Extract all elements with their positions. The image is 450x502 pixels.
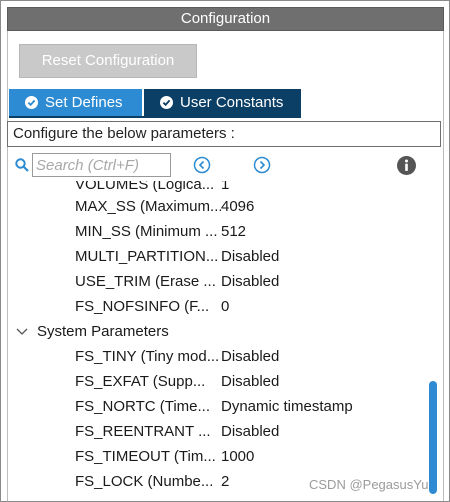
param-value: Disabled	[221, 348, 280, 365]
param-value: Disabled	[221, 373, 280, 390]
param-name: FS_EXFAT (Supp...	[75, 373, 206, 390]
param-name: FS_REENTRANT ...	[75, 423, 211, 440]
param-value: 512	[221, 223, 247, 240]
param-value: 4096	[221, 198, 255, 215]
description-box: Configure the below parameters :	[7, 121, 441, 147]
param-name: USE_TRIM (Erase ...	[75, 273, 216, 290]
param-name: FS_TINY (Tiny mod...	[75, 348, 220, 365]
tab-underline	[9, 116, 301, 118]
param-value: 1000	[221, 448, 255, 465]
table-row[interactable]: FS_TINY (Tiny mod... Disabled	[8, 344, 426, 369]
table-row[interactable]: FS_TIMEOUT (Tim... 1000	[8, 444, 426, 469]
group-label: System Parameters	[37, 323, 169, 340]
chevron-right-circle-icon[interactable]	[253, 156, 271, 174]
table-row[interactable]: FS_EXFAT (Supp... Disabled	[8, 369, 426, 394]
param-name: FS_NORTC (Time...	[75, 398, 211, 415]
panel-title: Configuration	[7, 7, 444, 31]
param-name: FS_TIMEOUT (Tim...	[75, 448, 216, 465]
param-name: MIN_SS (Minimum ...	[75, 223, 218, 240]
param-value: Disabled	[221, 248, 280, 265]
param-value: 2	[221, 473, 230, 490]
table-row[interactable]: FS_NOFSINFO (F... 0	[8, 294, 426, 319]
group-system-parameters[interactable]: System Parameters	[8, 319, 426, 344]
watermark: CSDN @PegasusYu	[309, 477, 429, 492]
search-icon[interactable]	[15, 158, 29, 172]
param-name: MAX_SS (Maximum...	[75, 198, 221, 215]
param-value: Dynamic timestamp	[221, 398, 353, 415]
right-border	[443, 31, 444, 501]
check-circle-icon	[25, 96, 38, 109]
param-name: FS_LOCK (Numbe...	[75, 473, 214, 490]
configuration-panel: Configuration Reset Configuration Set De…	[0, 0, 450, 502]
param-value: Disabled	[221, 423, 280, 440]
table-row[interactable]: USE_TRIM (Erase ... Disabled	[8, 269, 426, 294]
param-value: Disabled	[221, 273, 280, 290]
table-row[interactable]: FS_REENTRANT ... Disabled	[8, 419, 426, 444]
table-row[interactable]: MIN_SS (Minimum ... 512	[8, 219, 426, 244]
param-name: MULTI_PARTITION...	[75, 248, 219, 265]
scrollbar-thumb[interactable]	[429, 381, 437, 494]
info-icon[interactable]	[397, 156, 416, 175]
tab-set-defines[interactable]: Set Defines	[9, 89, 142, 116]
param-name: FS_NOFSINFO (F...	[75, 298, 210, 315]
param-value: 0	[221, 298, 230, 315]
chevron-left-circle-icon[interactable]	[193, 156, 211, 174]
tab-label: Set Defines	[45, 94, 123, 111]
tab-label: User Constants	[180, 94, 284, 111]
table-row[interactable]: MAX_SS (Maximum... 4096	[8, 194, 426, 219]
chevron-down-icon[interactable]	[16, 327, 28, 336]
table-row[interactable]: MULTI_PARTITION... Disabled	[8, 244, 426, 269]
table-row[interactable]: FS_NORTC (Time... Dynamic timestamp	[8, 394, 426, 419]
search-input[interactable]	[32, 153, 171, 177]
parameter-tree: VOLUMES (Logica... 1 MAX_SS (Maximum... …	[8, 181, 426, 495]
check-circle-icon	[160, 96, 173, 109]
tab-user-constants[interactable]: User Constants	[144, 89, 301, 116]
reset-configuration-button[interactable]: Reset Configuration	[19, 44, 197, 78]
